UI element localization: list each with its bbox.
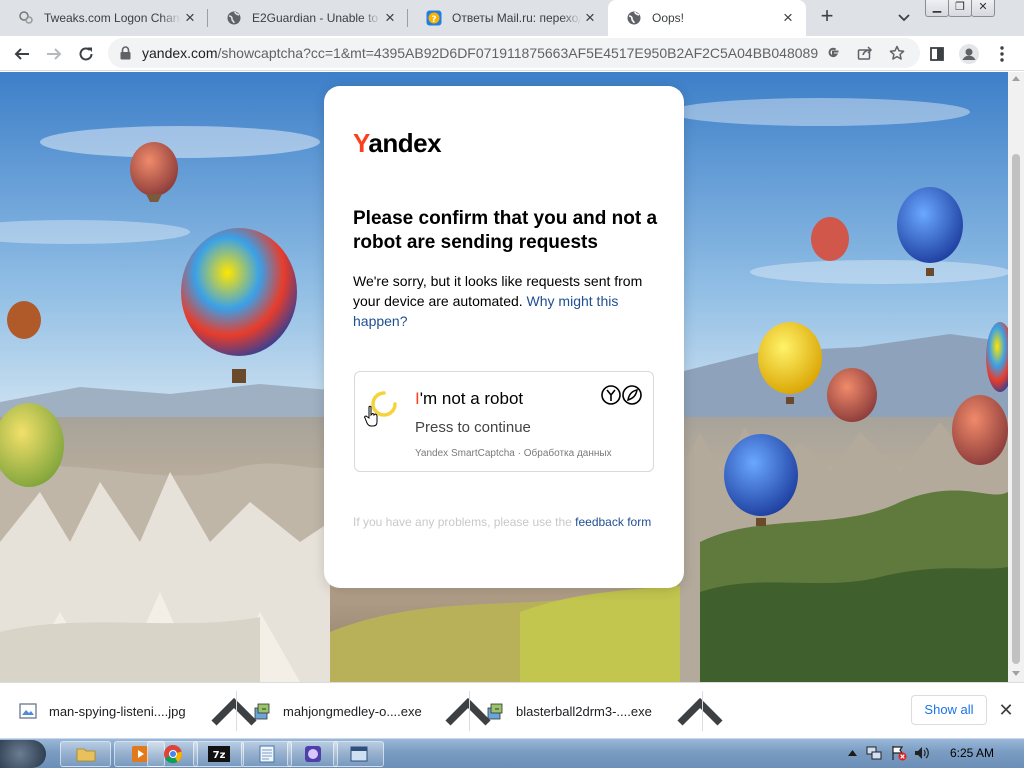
chevron-down-icon[interactable]	[893, 7, 915, 29]
installer-icon	[487, 703, 503, 720]
tab-close-icon[interactable]: ×	[779, 9, 797, 27]
chrome-icon[interactable]	[147, 741, 198, 767]
installer-icon	[254, 703, 270, 720]
smartcaptcha-footer[interactable]: Yandex SmartCaptcha · Обработка данных	[415, 448, 612, 459]
captcha-card: Yandex Please confirm that you and not a…	[324, 86, 684, 588]
tab-close-icon[interactable]: ×	[581, 9, 599, 27]
reload-icon[interactable]	[73, 41, 99, 67]
flag-warning-icon[interactable]	[891, 745, 907, 761]
volume-icon[interactable]	[914, 745, 930, 761]
share-icon[interactable]	[856, 44, 874, 62]
download-item[interactable]: mahjongmedley-o....exe	[253, 683, 422, 739]
tab-title: E2Guardian - Unable to load	[252, 11, 381, 25]
page-title: Please confirm that you and not a robot …	[353, 208, 658, 253]
show-hidden-icons-icon[interactable]	[844, 745, 860, 761]
tab-title: Oops!	[652, 11, 685, 25]
tab-tweaks[interactable]: Tweaks.com Logon Changer ×	[0, 0, 208, 36]
scroll-down-icon[interactable]	[1012, 671, 1020, 676]
tab-title: Tweaks.com Logon Changer	[44, 11, 181, 25]
download-filename: mahjongmedley-o....exe	[283, 703, 422, 719]
download-item[interactable]: blasterball2drm3-....exe	[486, 683, 652, 739]
network-icon[interactable]	[866, 745, 882, 761]
forward-arrow-icon[interactable]	[41, 41, 67, 67]
tweaks-icon	[18, 10, 34, 26]
browser-window: Tweaks.com Logon Changer × E2Guardian - …	[0, 0, 1024, 768]
yandex-logo[interactable]: Yandex	[353, 128, 442, 159]
download-filename: man-spying-listeni....jpg	[49, 703, 186, 719]
taskbar: 7z 6:25 AM	[0, 738, 1024, 768]
google-lens-icon[interactable]	[824, 44, 842, 62]
tab-close-icon[interactable]: ×	[181, 9, 199, 27]
back-arrow-icon[interactable]	[9, 41, 35, 67]
tab-e2guardian[interactable]: E2Guardian - Unable to load ×	[208, 0, 408, 36]
tab-title: Ответы Mail.ru: переход	[452, 11, 581, 25]
svg-text:?: ?	[431, 15, 436, 25]
browser-toolbar: yandex.com/showcaptcha?cc=1&mt=4395AB92D…	[0, 36, 1024, 71]
notepad-icon[interactable]	[241, 741, 292, 767]
file-explorer-icon[interactable]	[60, 741, 111, 767]
scroll-up-icon[interactable]	[1012, 76, 1020, 81]
help-text: If you have any problems, please use the…	[353, 513, 653, 531]
download-filename: blasterball2drm3-....exe	[516, 703, 652, 719]
url-text[interactable]: yandex.com/showcaptcha?cc=1&mt=4395AB92D…	[142, 45, 818, 61]
address-bar[interactable]: yandex.com/showcaptcha?cc=1&mt=4395AB92D…	[108, 38, 920, 68]
help-body: If you have any problems, please use the	[353, 515, 572, 529]
url-host: yandex.com	[142, 45, 218, 61]
restore-icon[interactable]: ❐	[948, 0, 972, 17]
url-path: /showcaptcha?cc=1&mt=4395AB92D6DF0719118…	[217, 45, 818, 61]
question-icon: ?	[426, 10, 442, 26]
image-file-icon	[19, 703, 37, 719]
page-scrollbar[interactable]	[1008, 72, 1024, 682]
scrollbar-thumb[interactable]	[1012, 154, 1020, 664]
show-all-button[interactable]: Show all	[911, 695, 987, 725]
divider	[469, 691, 470, 731]
chevron-up-icon[interactable]	[672, 683, 728, 739]
side-panel-icon[interactable]	[924, 41, 950, 67]
tab-mail-ru[interactable]: ? Ответы Mail.ru: переход ×	[408, 0, 608, 36]
logo-letter-y: Y	[353, 128, 369, 158]
download-item[interactable]: man-spying-listeni....jpg	[19, 683, 186, 739]
close-icon[interactable]: ✕	[996, 700, 1016, 720]
explanation-text: We're sorry, but it looks like requests …	[353, 271, 658, 331]
new-tab-button[interactable]: +	[814, 4, 840, 30]
tab-strip: Tweaks.com Logon Changer × E2Guardian - …	[0, 0, 1024, 36]
divider	[236, 691, 237, 731]
profile-icon[interactable]	[956, 41, 982, 67]
globe-icon	[626, 10, 642, 26]
downloads-bar: man-spying-listeni....jpg mahjongmedley-…	[0, 682, 1024, 738]
feedback-form-link[interactable]: feedback form	[575, 515, 651, 529]
close-icon[interactable]: ✕	[971, 0, 995, 17]
bookmark-star-icon[interactable]	[888, 44, 906, 62]
window-controls: ▁ ❐ ✕	[925, 0, 995, 18]
7zip-icon[interactable]: 7z	[193, 741, 244, 767]
window-icon[interactable]	[333, 741, 384, 767]
press-to-continue: Press to continue	[415, 419, 531, 436]
logo-text: andex	[368, 128, 442, 158]
app-icon[interactable]	[287, 741, 338, 767]
not-a-robot-label: I'm not a robot	[415, 389, 523, 409]
divider	[702, 691, 703, 731]
hand-cursor-icon	[364, 405, 378, 427]
start-button[interactable]	[0, 740, 46, 768]
globe-icon	[226, 10, 242, 26]
yandex-cloud-logo-icon	[601, 385, 642, 405]
robot-label-text: 'm not a robot	[419, 389, 524, 408]
tab-close-icon[interactable]: ×	[381, 9, 399, 27]
lock-icon[interactable]	[120, 46, 131, 65]
svg-text:7z: 7z	[212, 750, 225, 761]
menu-dots-icon[interactable]	[989, 41, 1015, 67]
minimize-icon[interactable]: ▁	[925, 0, 949, 17]
system-clock[interactable]: 6:25 AM	[950, 746, 994, 760]
smartcaptcha-checkbox[interactable]: I'm not a robot Press to continue Yandex…	[354, 371, 654, 472]
page-viewport: Yandex Please confirm that you and not a…	[0, 72, 1024, 682]
tab-oops[interactable]: Oops! ×	[608, 0, 806, 36]
